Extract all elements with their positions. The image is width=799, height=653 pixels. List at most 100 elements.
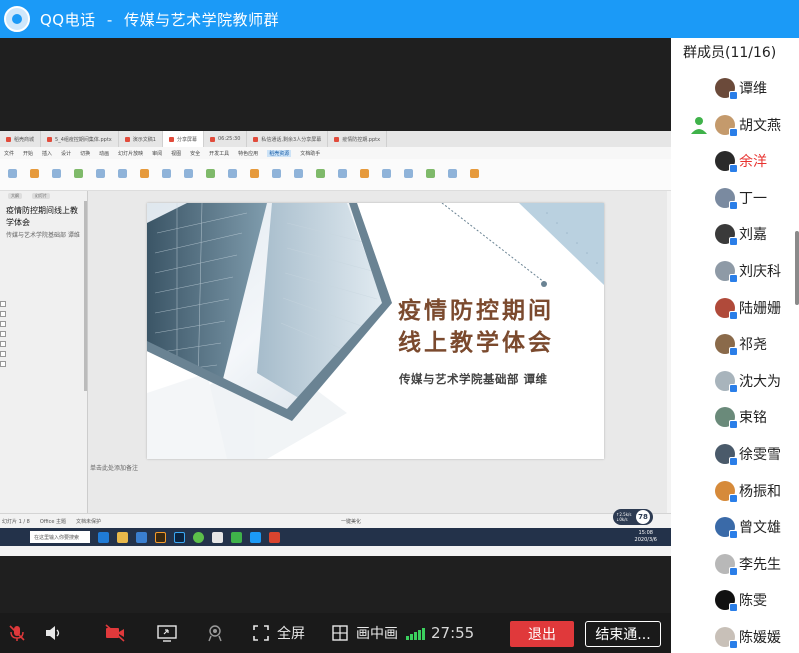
member-item[interactable]: 陆姗姗 [715, 295, 781, 321]
window-title: QQ电话 - 传媒与艺术学院教师群 [40, 9, 279, 30]
member-item[interactable]: 刘庆科 [715, 258, 781, 284]
video-area[interactable]: 稻壳商城 5_4组疫控期间集体.pptx 演示文稿1 分享屏幕 06:25:30 私信通话… [0, 38, 671, 613]
browser-icon [193, 531, 204, 543]
fullscreen-icon[interactable] [250, 623, 272, 643]
mic-muted-icon[interactable] [6, 623, 28, 643]
ribbon-button [356, 165, 372, 185]
ribbon-button [268, 165, 284, 185]
wps-menu-bar: 文件 开始 插入 设计 切换 动画 幻灯片放映 审阅 视图 安全 开发工具 特色应用 稻壳资源 文档助手 [0, 147, 671, 159]
member-name: 祁尧 [739, 337, 767, 354]
wps-menu-item: 特色应用 [238, 150, 259, 157]
wps-tab: 演示文稿1 [119, 131, 163, 147]
member-item[interactable]: 余洋 [715, 148, 767, 174]
member-item[interactable]: 曾文雄 [715, 514, 781, 540]
wps-tab: 疫情防控期.pptx [328, 131, 388, 147]
qq-call-window: QQ电话 - 传媒与艺术学院教师群 稻壳商城 5_4组疫控期间集体.pptx 演示文… [0, 0, 799, 653]
ribbon-button [378, 165, 394, 185]
member-item[interactable]: 陈雯 [715, 587, 767, 613]
outline-title: 疫情防控期间线上教学体会 [6, 206, 78, 227]
projector-icon[interactable] [204, 623, 226, 643]
speaking-person-icon [689, 115, 709, 135]
wps-menu-item: 开始 [23, 150, 34, 157]
avatar [715, 407, 738, 430]
title-bar: QQ电话 - 传媒与艺术学院教师群 [0, 0, 799, 38]
store-icon [136, 531, 147, 543]
wps-tab: 私信通话,剩余3人分享屏幕 [247, 131, 329, 147]
mic-icon [729, 91, 738, 100]
wps-tab-label: 疫情防控期.pptx [342, 136, 381, 143]
wps-menu-item: 插入 [42, 150, 53, 157]
ribbon-button [466, 165, 482, 185]
edge-icon [98, 531, 109, 543]
member-name: 徐雯雪 [739, 447, 781, 463]
wps-menu-item: 文件 [4, 150, 15, 157]
wps-menu-item: 文档助手 [300, 150, 321, 157]
slide-canvas: 疫情防控期间 线上教学体会 传媒与艺术学院基础部 谭维 单击此处添加备注 [88, 191, 667, 513]
pip-button[interactable]: 画中画 [356, 623, 398, 643]
document-icon [124, 136, 130, 142]
member-item[interactable]: 徐雯雪 [715, 441, 781, 467]
member-item[interactable]: 陈媛媛 [715, 624, 781, 650]
ribbon-button [70, 165, 86, 185]
document-icon [209, 136, 215, 142]
mic-icon [729, 347, 738, 357]
avatar [715, 444, 738, 466]
mic-icon [729, 164, 738, 174]
wps-menu-item: 稻壳资源 [267, 149, 292, 157]
member-item[interactable]: 胡文燕 [689, 112, 781, 138]
wps-icon [269, 531, 280, 543]
windows-taskbar: 在这里输入你要搜索 15:08 2020/3/6 [0, 528, 671, 546]
speaker-icon[interactable] [42, 623, 64, 643]
tab-slides: 幻灯片 [32, 193, 50, 199]
shared-screen[interactable]: 稻壳商城 5_4组疫控期间集体.pptx 演示文稿1 分享屏幕 06:25:30 私信通话… [0, 131, 671, 556]
tab-outline: 大纲 [8, 193, 22, 199]
member-item[interactable]: 李先生 [715, 551, 781, 577]
wps-menu-item: 开发工具 [209, 150, 230, 157]
member-name: 杨振和 [739, 483, 781, 500]
outline-scrollbar [84, 201, 87, 391]
status-protect: 文档未保护 [76, 518, 102, 525]
outline-subtitle: 传媒与艺术学院基础部 谭维 [6, 232, 80, 239]
avatar [715, 370, 738, 393]
share-screen-icon[interactable] [156, 623, 178, 643]
member-item[interactable]: 祁尧 [715, 331, 767, 357]
avatar [715, 297, 738, 320]
avatar [715, 224, 738, 247]
fullscreen-button[interactable]: 全屏 [277, 623, 305, 643]
member-name: 余洋 [739, 154, 767, 171]
mic-icon [729, 493, 738, 503]
camera-off-icon[interactable] [104, 623, 126, 643]
exit-button[interactable]: 退出 [510, 621, 574, 647]
wps-status-bar: 幻灯片 1 / 8 Office 主题 文档未保护 一键美化 [0, 513, 671, 528]
mic-icon [729, 383, 738, 393]
wps-tab-label: 分享屏幕 [176, 136, 197, 143]
member-item[interactable]: 杨振和 [715, 478, 781, 504]
document-icon [47, 136, 53, 142]
ribbon-button [224, 165, 240, 185]
member-scrollbar[interactable] [795, 231, 799, 305]
notes-placeholder: 单击此处添加备注 [90, 465, 139, 472]
mic-icon [729, 420, 738, 430]
end-call-button[interactable]: 结束通... [585, 621, 661, 647]
mic-icon [729, 640, 738, 649]
mic-icon [729, 530, 738, 540]
member-item[interactable]: 谭维 [715, 75, 767, 101]
member-name: 刘嘉 [739, 227, 767, 244]
pip-icon[interactable] [329, 623, 351, 643]
avatar [715, 78, 738, 100]
wps-menu-item: 审阅 [152, 150, 163, 157]
avatar [715, 553, 738, 576]
member-item[interactable]: 沈大为 [715, 368, 781, 394]
member-item[interactable]: 束铭 [715, 404, 767, 430]
wps-menu-item: 安全 [190, 150, 201, 157]
wps-ribbon [0, 159, 671, 191]
folder-icon [117, 531, 128, 543]
member-item[interactable]: 刘嘉 [715, 221, 767, 247]
member-name: 陈雯 [739, 593, 767, 610]
avatar [715, 590, 738, 613]
taskbar-clock: 15:08 2020/3/6 [635, 530, 657, 544]
member-item[interactable]: 丁一 [715, 185, 767, 211]
illustrator-icon [155, 531, 166, 543]
avatar [715, 480, 738, 503]
clock-date: 2020/3/6 [634, 537, 657, 543]
